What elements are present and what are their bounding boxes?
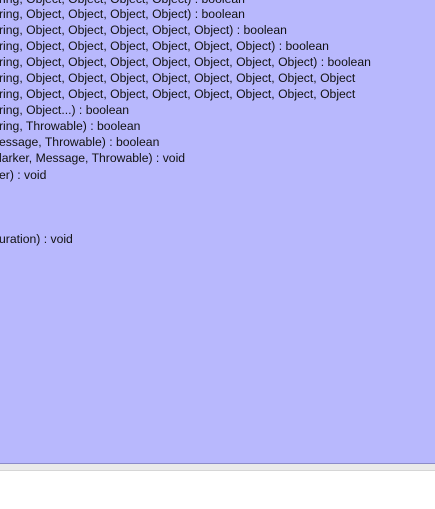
completion-item[interactable]: ring, Object, Object, Object, Object) : … <box>0 6 245 22</box>
completion-item[interactable]: ring, Object, Object, Object, Object, Ob… <box>0 22 287 38</box>
code-completion-popup[interactable]: ring, Object, Object, Object, Object) : … <box>0 0 435 464</box>
completion-item[interactable]: ring, Object, Object, Object, Object, Ob… <box>0 54 371 70</box>
completion-item[interactable]: ring, Object, Object, Object, Object, Ob… <box>0 86 355 102</box>
completion-item[interactable]: ring, Object...) : boolean <box>0 102 129 118</box>
completion-item[interactable]: essage, Throwable) : boolean <box>0 134 159 150</box>
completion-item[interactable]: larker, Message, Throwable) : void <box>0 150 185 166</box>
completion-item[interactable]: er) : void <box>0 167 46 183</box>
completion-item[interactable]: ring, Object, Object, Object, Object, Ob… <box>0 38 329 54</box>
completion-item[interactable]: ring, Object, Object, Object, Object, Ob… <box>0 70 355 86</box>
popup-status-bar <box>0 464 435 471</box>
editor-area-below <box>0 471 435 509</box>
completion-item[interactable]: ring, Throwable) : boolean <box>0 118 140 134</box>
completion-item[interactable]: uration) : void <box>0 231 73 247</box>
